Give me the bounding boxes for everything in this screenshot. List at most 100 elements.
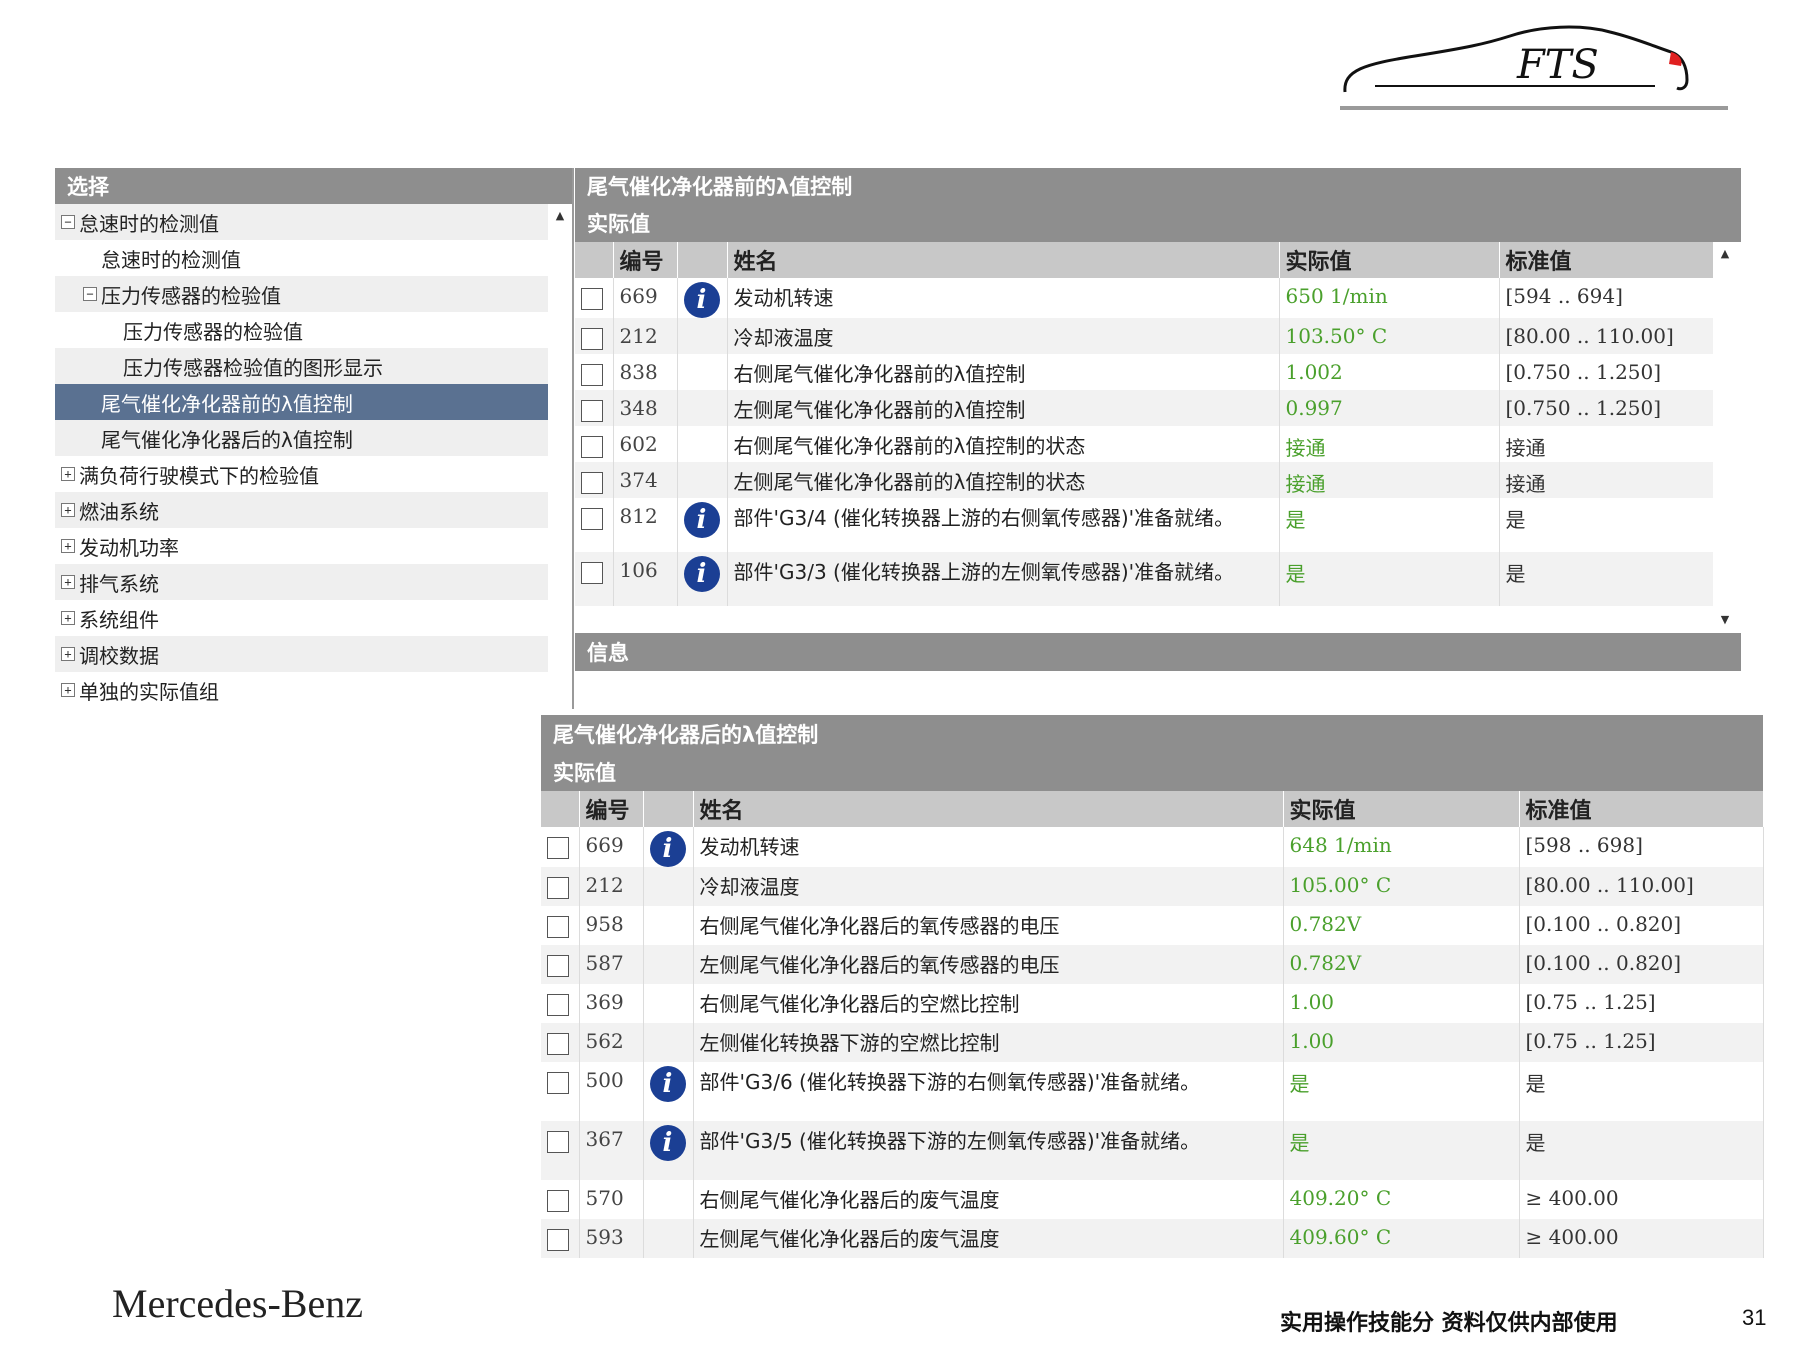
row-actual-value: 103.50° C xyxy=(1279,318,1500,354)
tree-item[interactable]: + 满负荷行驶模式下的检验值 xyxy=(55,456,550,492)
info-icon[interactable]: i xyxy=(649,1066,686,1102)
table-row[interactable]: 348 左侧尾气催化净化器前的λ值控制 0.997 [0.750 .. 1.250] xyxy=(575,390,1714,426)
tree-item[interactable]: + 燃油系统 xyxy=(55,492,550,528)
row-id: 106 xyxy=(613,552,678,606)
row-checkbox[interactable] xyxy=(547,1033,569,1055)
expand-icon[interactable]: + xyxy=(61,611,75,625)
tree-item[interactable]: + 排气系统 xyxy=(55,564,550,600)
row-actual-value: 0.997 xyxy=(1279,390,1500,426)
row-checkbox-cell xyxy=(575,318,614,354)
row-checkbox[interactable] xyxy=(547,1190,569,1212)
tree-item[interactable]: + 发动机功率 xyxy=(55,528,550,564)
scroll-down-icon[interactable]: ▼ xyxy=(1713,608,1737,632)
row-checkbox[interactable] xyxy=(547,837,569,859)
row-checkbox[interactable] xyxy=(581,400,603,422)
col-actual[interactable]: 实际值 xyxy=(1283,791,1520,827)
expand-icon[interactable]: + xyxy=(61,683,75,697)
info-icon[interactable]: i xyxy=(683,282,720,318)
info-icon[interactable]: i xyxy=(649,831,686,867)
col-id[interactable]: 编号 xyxy=(579,791,644,827)
row-standard-value: 是 xyxy=(1519,1062,1764,1121)
row-checkbox[interactable] xyxy=(547,916,569,938)
row-checkbox[interactable] xyxy=(581,364,603,386)
tree-item[interactable]: + 系统组件 xyxy=(55,600,550,636)
panel2-title: 尾气催化净化器后的λ值控制 xyxy=(541,715,1763,753)
row-checkbox-cell xyxy=(541,1062,580,1121)
table-row[interactable]: 367 i 部件'G3/5 (催化转换器下游的左侧氧传感器)'准备就绪。是是 xyxy=(541,1121,1764,1180)
row-standard-value: [0.750 .. 1.250] xyxy=(1499,354,1714,390)
table-row[interactable]: 212 冷却液温度 105.00° C [80.00 .. 110.00] xyxy=(541,867,1764,906)
tree-item-label: 满负荷行驶模式下的检验值 xyxy=(79,463,319,488)
tree-item[interactable]: 怠速时的检测值 xyxy=(55,240,550,276)
row-checkbox[interactable] xyxy=(581,562,603,584)
tree-item-label: 怠速时的检测值 xyxy=(79,211,219,236)
table-row[interactable]: 602 右侧尾气催化净化器前的λ值控制的状态 接通 接通 xyxy=(575,426,1714,462)
table-row[interactable]: 812 i 部件'G3/4 (催化转换器上游的右侧氧传感器)'准备就绪。是是 xyxy=(575,498,1714,552)
panel1-table: 编号 姓名 实际值 标准值 669 i 发动机转速 650 1/min [594 .. … xyxy=(575,242,1714,606)
col-name[interactable]: 姓名 xyxy=(693,791,1284,827)
row-checkbox[interactable] xyxy=(581,328,603,350)
row-checkbox-cell xyxy=(575,354,614,390)
tree-item[interactable]: 尾气催化净化器后的λ值控制 xyxy=(55,420,550,456)
row-checkbox[interactable] xyxy=(547,994,569,1016)
table-row[interactable]: 593 左侧尾气催化净化器后的废气温度 409.60° C ≥ 400.00 xyxy=(541,1219,1764,1258)
expand-icon[interactable]: + xyxy=(61,539,75,553)
row-checkbox[interactable] xyxy=(547,1229,569,1251)
row-checkbox[interactable] xyxy=(547,1072,569,1094)
tree-item[interactable]: 压力传感器的检验值 xyxy=(55,312,550,348)
scroll-up-icon[interactable]: ▲ xyxy=(1713,242,1737,266)
panel1-scrollbar[interactable]: ▲ ▼ xyxy=(1713,242,1741,632)
row-checkbox[interactable] xyxy=(581,288,603,310)
info-icon[interactable]: i xyxy=(683,556,720,592)
row-checkbox-cell xyxy=(541,867,580,906)
row-checkbox[interactable] xyxy=(581,508,603,530)
table-row[interactable]: 374 左侧尾气催化净化器前的λ值控制的状态 接通 接通 xyxy=(575,462,1714,498)
row-checkbox[interactable] xyxy=(547,1131,569,1153)
table-row[interactable]: 369 右侧尾气催化净化器后的空燃比控制 1.00 [0.75 .. 1.25] xyxy=(541,984,1764,1023)
tree-item[interactable]: − 怠速时的检测值 xyxy=(55,204,550,240)
row-checkbox[interactable] xyxy=(547,955,569,977)
collapse-icon[interactable]: − xyxy=(61,215,75,229)
panel1-info-bar[interactable]: 信息 xyxy=(575,633,1741,671)
tree-item-label: 调校数据 xyxy=(79,643,159,668)
table-row[interactable]: 570 右侧尾气催化净化器后的废气温度 409.20° C ≥ 400.00 xyxy=(541,1180,1764,1219)
expand-icon[interactable]: + xyxy=(61,647,75,661)
panel-after-catalyst: 尾气催化净化器后的λ值控制 实际值 编号 姓名 实际值 标准值 669 i 发动机转… xyxy=(541,715,1764,1263)
table-row[interactable]: 587 左侧尾气催化净化器后的氧传感器的电压 0.782V [0.100 .. 0.8… xyxy=(541,945,1764,984)
row-checkbox[interactable] xyxy=(547,877,569,899)
col-id[interactable]: 编号 xyxy=(613,242,678,278)
row-checkbox-cell xyxy=(541,1121,580,1180)
row-checkbox[interactable] xyxy=(581,436,603,458)
col-standard[interactable]: 标准值 xyxy=(1499,242,1714,278)
table-row[interactable]: 958 右侧尾气催化净化器后的氧传感器的电压 0.782V [0.100 .. 0.8… xyxy=(541,906,1764,945)
panel1-subtitle: 实际值 xyxy=(575,204,1741,242)
table-row[interactable]: 500 i 部件'G3/6 (催化转换器下游的右侧氧传感器)'准备就绪。是是 xyxy=(541,1062,1764,1121)
table-row[interactable]: 212 冷却液温度 103.50° C [80.00 .. 110.00] xyxy=(575,318,1714,354)
tree-scrollbar[interactable]: ▲ xyxy=(548,204,572,709)
collapse-icon[interactable]: − xyxy=(83,287,97,301)
tree-item[interactable]: − 压力传感器的检验值 xyxy=(55,276,550,312)
tree-item[interactable]: + 单独的实际值组 xyxy=(55,672,550,708)
info-icon[interactable]: i xyxy=(649,1125,686,1161)
expand-icon[interactable]: + xyxy=(61,575,75,589)
row-id: 348 xyxy=(613,390,678,426)
row-name: 部件'G3/3 (催化转换器上游的左侧氧传感器)'准备就绪。 xyxy=(727,552,1280,606)
row-id: 593 xyxy=(579,1219,644,1258)
tree-item[interactable]: 压力传感器检验值的图形显示 xyxy=(55,348,550,384)
col-actual[interactable]: 实际值 xyxy=(1279,242,1500,278)
table-row[interactable]: 669 i 发动机转速 648 1/min [598 .. 698] xyxy=(541,827,1764,867)
col-standard[interactable]: 标准值 xyxy=(1519,791,1764,827)
scroll-up-icon[interactable]: ▲ xyxy=(548,204,572,228)
expand-icon[interactable]: + xyxy=(61,503,75,517)
tree-item[interactable]: 尾气催化净化器前的λ值控制 xyxy=(55,384,550,420)
table-row[interactable]: 838 右侧尾气催化净化器前的λ值控制 1.002 [0.750 .. 1.250] xyxy=(575,354,1714,390)
info-icon[interactable]: i xyxy=(683,502,720,538)
table-row[interactable]: 669 i 发动机转速 650 1/min [594 .. 694] xyxy=(575,278,1714,318)
table-row[interactable]: 106 i 部件'G3/3 (催化转换器上游的左侧氧传感器)'准备就绪。是是 xyxy=(575,552,1714,606)
col-name[interactable]: 姓名 xyxy=(727,242,1280,278)
tree-item[interactable]: + 调校数据 xyxy=(55,636,550,672)
table-row[interactable]: 562 左侧催化转换器下游的空燃比控制 1.00 [0.75 .. 1.25] xyxy=(541,1023,1764,1062)
tree-item-label: 压力传感器检验值的图形显示 xyxy=(123,355,383,380)
row-checkbox[interactable] xyxy=(581,472,603,494)
expand-icon[interactable]: + xyxy=(61,467,75,481)
